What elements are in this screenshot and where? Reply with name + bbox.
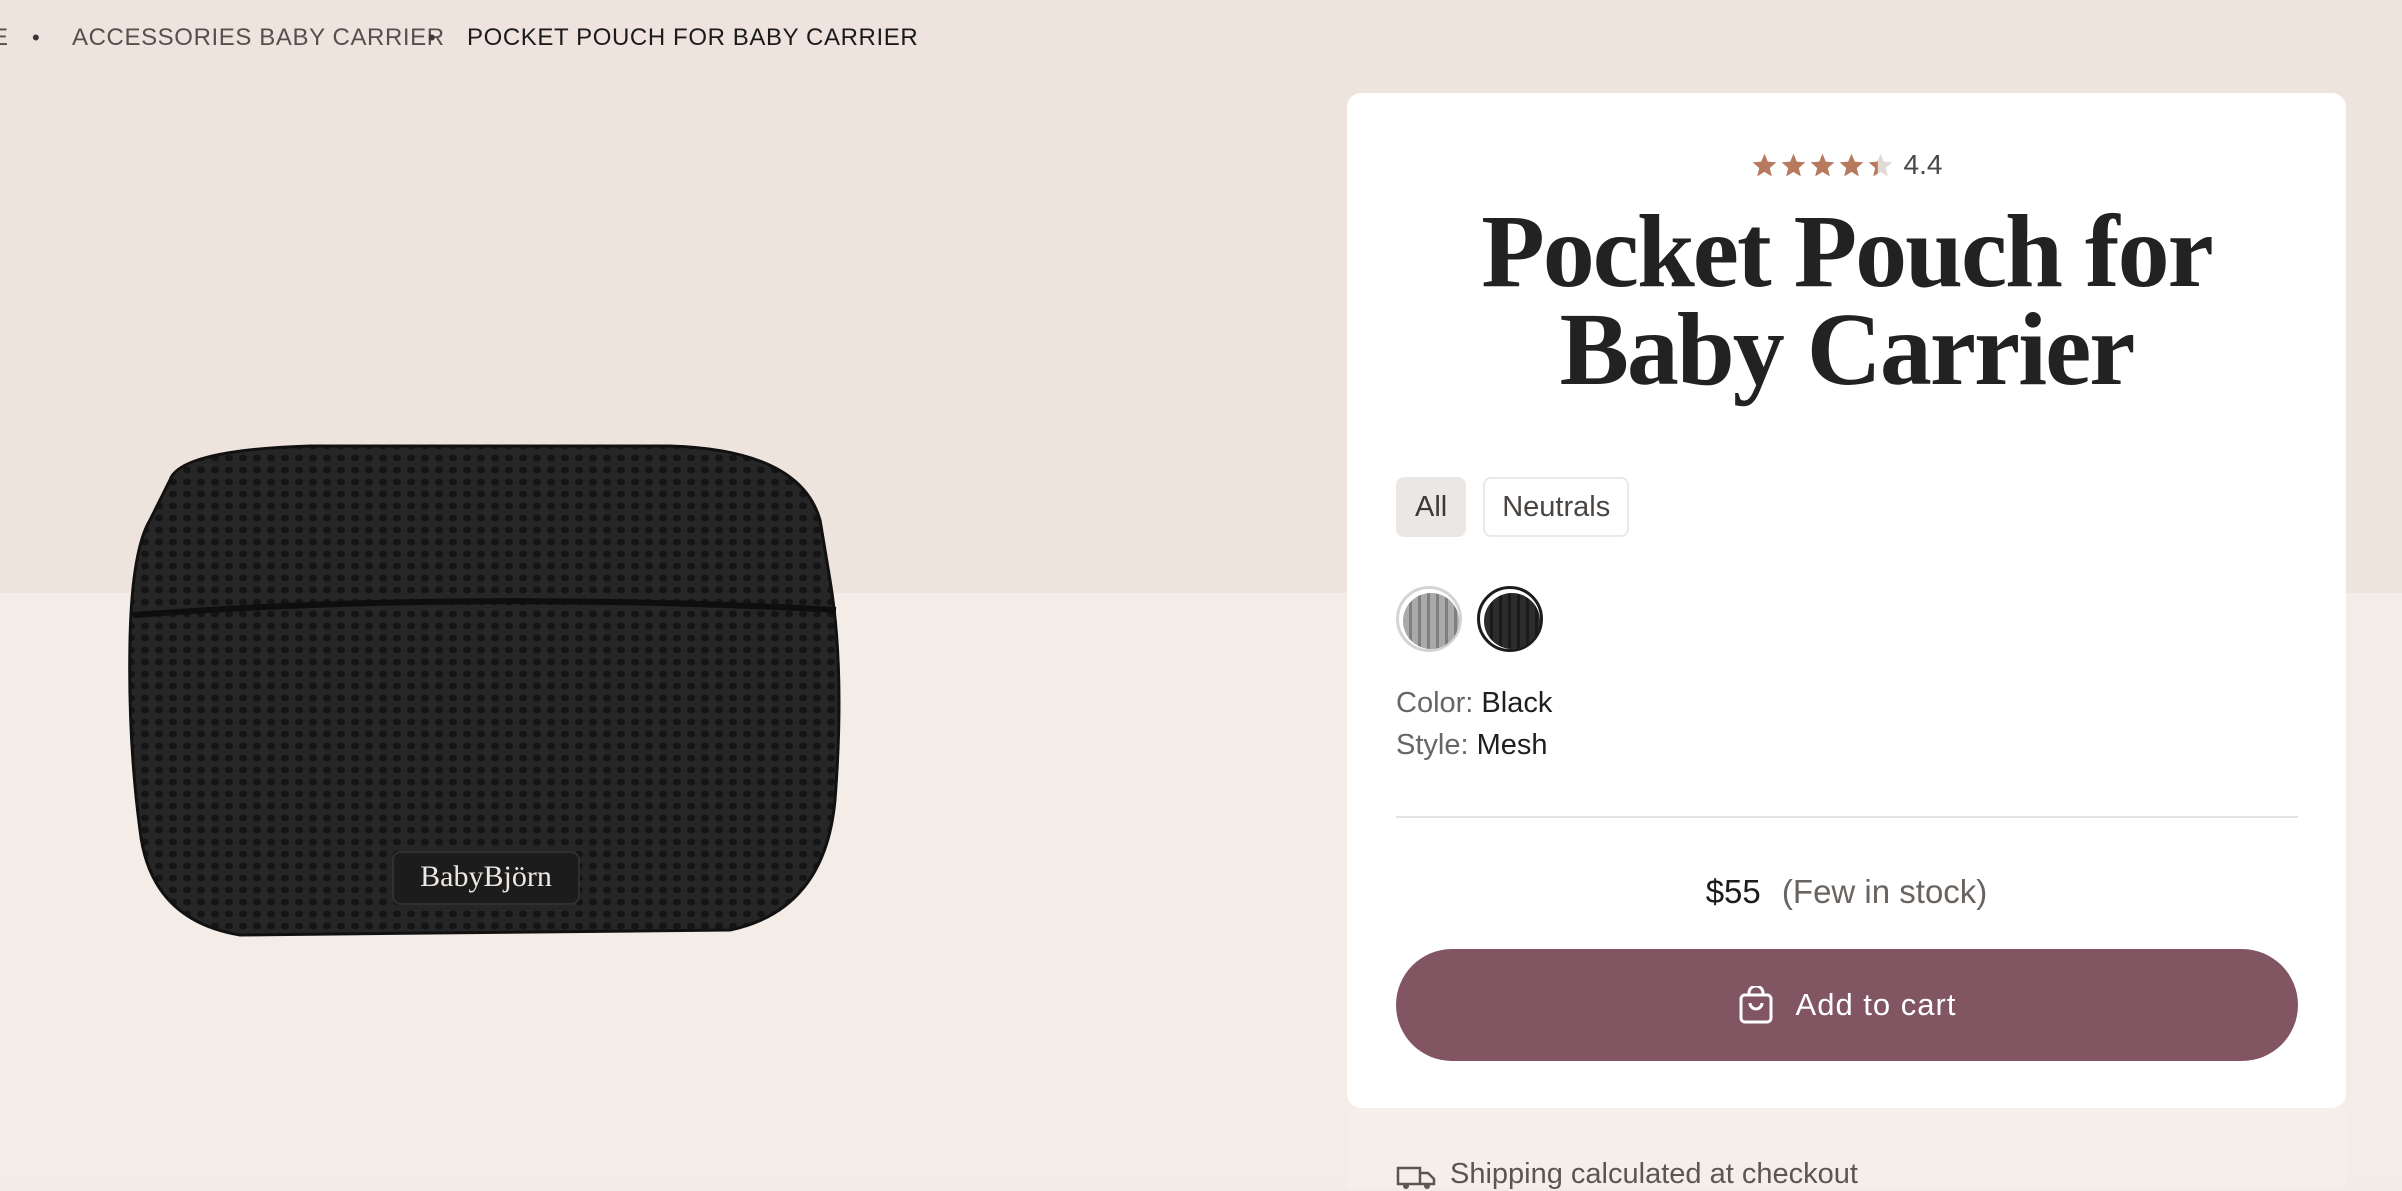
shopping-bag-icon [1739,986,1773,1024]
swatch-pattern [1484,593,1540,649]
shipping-info: Shipping calculated at checkout [1396,1158,1858,1191]
product-image: BabyBjörn [128,444,841,937]
product-title: Pocket Pouch for Baby Carrier [1481,194,2213,407]
product-panel: 4.4 Pocket Pouch for Baby Carrier All Ne… [1347,93,2346,1108]
swatch-pattern [1403,593,1459,649]
rating-stars [1751,152,1894,179]
star-icon [1868,153,1892,176]
breadcrumb-item-accessories[interactable]: ACCESSORIES BABY CARRIER [72,24,445,52]
breadcrumb-item-current: POCKET POUCH FOR BABY CARRIER [467,24,919,51]
star-icon [1810,153,1834,176]
product-logo-text: BabyBjörn [420,860,552,893]
add-to-cart-button[interactable]: Add to cart [1396,949,2298,1061]
breadcrumb-separator: • [32,25,41,50]
divider [1396,816,2298,818]
truck-icon [1396,1166,1436,1189]
price-row: $55 (Few in stock) [1347,873,2346,911]
product-rating[interactable]: 4.4 [1347,149,2346,181]
selected-style: Style: Mesh [1396,729,1548,762]
swatch-grey-mesh[interactable] [1396,586,1462,652]
star-icon [1752,153,1776,176]
selected-color: Color: Black [1396,687,1552,720]
filter-all[interactable]: All [1396,477,1467,537]
color-label: Color: [1396,687,1474,719]
stock-status: (Few in stock) [1781,873,1988,910]
color-swatches [1396,586,1543,652]
price: $55 [1705,873,1761,910]
swatch-filter-group: All Neutrals [1396,477,1630,537]
star-icon [1781,153,1805,176]
style-value: Mesh [1476,729,1548,761]
filter-neutrals[interactable]: Neutrals [1483,477,1630,537]
star-icon [1839,153,1863,176]
breadcrumb-separator: • [428,25,437,50]
style-label: Style: [1396,729,1469,761]
rating-value: 4.4 [1903,149,1943,180]
breadcrumb-item-cut[interactable]: E [0,24,9,52]
shipping-text: Shipping calculated at checkout [1450,1158,1858,1190]
color-value: Black [1481,687,1553,719]
swatch-black-mesh[interactable] [1477,586,1543,652]
add-to-cart-label: Add to cart [1795,987,1957,1022]
